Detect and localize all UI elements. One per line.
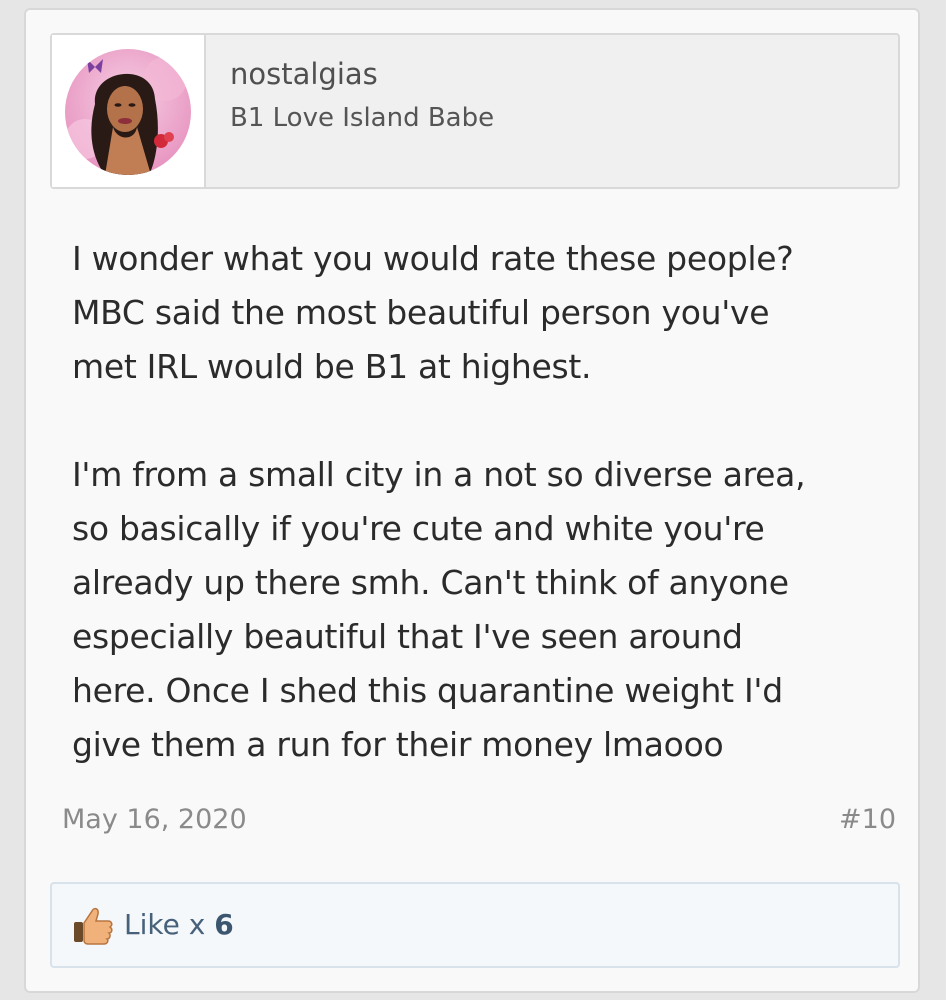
forum-post: nostalgias B1 Love Island Babe I wonder … xyxy=(24,8,920,993)
message-body: I wonder what you would rate these peopl… xyxy=(72,232,902,772)
message-line: MBC said the most beautiful person you'v… xyxy=(72,293,770,332)
message-line: already up there smh. Can't think of any… xyxy=(72,563,789,602)
avatar-container xyxy=(52,35,206,187)
like-count: 6 xyxy=(214,908,234,941)
author-block: nostalgias B1 Love Island Babe xyxy=(50,33,900,189)
user-title: B1 Love Island Babe xyxy=(230,103,495,133)
like-summary-link[interactable]: Like x 6 xyxy=(124,908,234,941)
avatar-image xyxy=(65,49,191,175)
avatar[interactable] xyxy=(65,49,191,175)
message-line: give them a run for their money lmaooo xyxy=(72,725,724,764)
message-line: here. Once I shed this quarantine weight… xyxy=(72,671,783,710)
post-number-link[interactable]: #10 xyxy=(839,804,896,835)
message-line: met IRL would be B1 at highest. xyxy=(72,347,592,386)
thumbs-up-icon xyxy=(72,905,114,945)
message-line: especially beautiful that I've seen arou… xyxy=(72,617,743,656)
message-line: I wonder what you would rate these peopl… xyxy=(72,239,794,278)
message-line: I'm from a small city in a not so divers… xyxy=(72,455,806,494)
username-link[interactable]: nostalgias xyxy=(230,57,378,91)
post-date[interactable]: May 16, 2020 xyxy=(62,804,247,835)
like-label: Like x xyxy=(124,908,215,941)
likes-summary: Like x 6 xyxy=(50,882,900,968)
message-line: so basically if you're cute and white yo… xyxy=(72,509,765,548)
